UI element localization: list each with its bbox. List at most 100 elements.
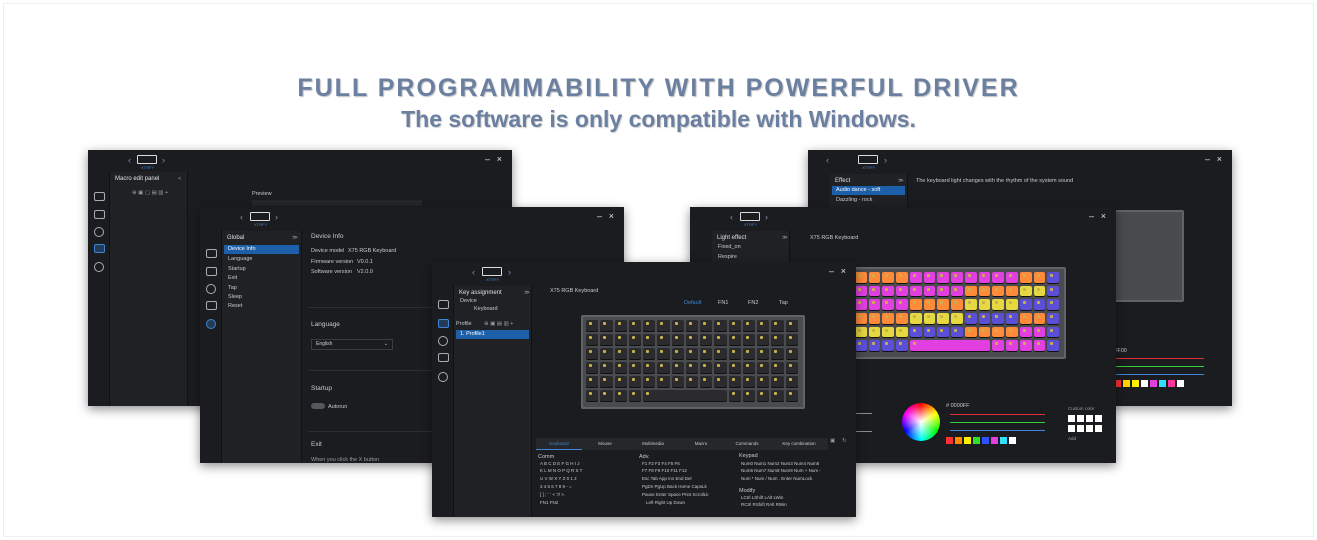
- custom-swatch[interactable]: [1077, 425, 1084, 432]
- modify-row[interactable]: RCtrl RShift RAlt RWin: [741, 502, 787, 507]
- color-swatch[interactable]: [982, 437, 989, 444]
- keycap[interactable]: [728, 376, 741, 388]
- keycap[interactable]: [628, 334, 642, 346]
- adv-row[interactable]: F7 F8 F9 F10 F11 F12: [642, 468, 687, 473]
- keycap[interactable]: [757, 348, 770, 360]
- keycap[interactable]: [614, 376, 627, 388]
- keycap[interactable]: [937, 272, 950, 284]
- color-swatch[interactable]: [1168, 380, 1175, 387]
- keycap[interactable]: [896, 326, 908, 339]
- blue-slider[interactable]: [1114, 374, 1204, 375]
- keycap[interactable]: [771, 320, 784, 332]
- keycap[interactable]: [600, 376, 613, 388]
- keycap[interactable]: [978, 285, 991, 298]
- keycap[interactable]: [1047, 326, 1059, 339]
- sliders-icon[interactable]: [94, 192, 105, 201]
- keyboard-icon[interactable]: [206, 267, 217, 276]
- menu-item-tap[interactable]: Tap: [224, 284, 299, 293]
- keycap[interactable]: [671, 334, 684, 346]
- keycap[interactable]: [964, 272, 977, 284]
- nav-next-icon[interactable]: ›: [765, 212, 768, 222]
- nav-next-icon[interactable]: ›: [508, 267, 511, 277]
- keycap[interactable]: [700, 348, 713, 360]
- keycap[interactable]: [728, 390, 741, 402]
- autorun-toggle[interactable]: [311, 403, 325, 409]
- keycap[interactable]: [728, 334, 741, 346]
- keycap[interactable]: [951, 285, 963, 298]
- keycap[interactable]: [1019, 313, 1032, 325]
- green-slider[interactable]: [1114, 366, 1204, 367]
- reset-icon[interactable]: ↻: [842, 438, 847, 444]
- keycap[interactable]: [1033, 285, 1046, 298]
- keycap[interactable]: [771, 334, 784, 346]
- keycap[interactable]: [657, 320, 670, 332]
- keycap[interactable]: [1033, 313, 1046, 325]
- expand-icon[interactable]: ≫: [898, 178, 904, 184]
- keycap[interactable]: [643, 334, 656, 346]
- expand-icon[interactable]: ≫: [292, 235, 298, 241]
- keycap[interactable]: [964, 299, 977, 311]
- keycap[interactable]: [785, 376, 798, 388]
- menu-item-sleep[interactable]: Sleep: [224, 293, 299, 302]
- close-button[interactable]: ×: [497, 154, 502, 164]
- keycap[interactable]: [964, 313, 977, 325]
- keycap[interactable]: [1019, 326, 1032, 339]
- keycap[interactable]: [896, 313, 908, 325]
- keycap[interactable]: [896, 340, 908, 352]
- keycap[interactable]: [978, 299, 991, 311]
- keypad-row[interactable]: Num * Num / Num . Enter NumLock: [741, 476, 812, 481]
- minimize-button[interactable]: –: [597, 211, 602, 221]
- comm-row[interactable]: [ ] ; ' ` < ?/ >.: [540, 492, 565, 497]
- macro-toolbar[interactable]: ⊕ ▣ ▢ ▤ ▥ +: [132, 190, 168, 196]
- keycap[interactable]: [964, 285, 977, 298]
- keycap[interactable]: [700, 334, 713, 346]
- keycap[interactable]: [909, 326, 922, 339]
- keycap[interactable]: [586, 376, 599, 388]
- keycap[interactable]: [614, 334, 627, 346]
- tab-macro[interactable]: Macro: [678, 438, 724, 450]
- keycap[interactable]: [614, 362, 627, 374]
- light-icon[interactable]: [206, 284, 216, 294]
- expand-icon[interactable]: ≫: [782, 235, 788, 241]
- keycap[interactable]: [771, 362, 784, 374]
- keycap[interactable]: [882, 272, 895, 284]
- keycap[interactable]: [643, 320, 656, 332]
- keycap[interactable]: [923, 326, 936, 339]
- keycap[interactable]: [685, 348, 699, 360]
- keycap[interactable]: [614, 320, 627, 332]
- keycap[interactable]: [868, 299, 881, 311]
- custom-swatch[interactable]: [1068, 425, 1075, 432]
- keycap[interactable]: [685, 334, 699, 346]
- keycap[interactable]: [685, 362, 699, 374]
- keycap[interactable]: [685, 320, 699, 332]
- keycap[interactable]: [742, 362, 756, 374]
- color-swatch[interactable]: [1141, 380, 1148, 387]
- keycap[interactable]: [909, 299, 922, 311]
- keycap[interactable]: [657, 334, 670, 346]
- custom-swatch[interactable]: [1086, 425, 1093, 432]
- keycap[interactable]: [855, 299, 867, 311]
- keycap[interactable]: [868, 272, 881, 284]
- keycap[interactable]: [978, 326, 991, 339]
- keycap[interactable]: [855, 340, 867, 352]
- keycap[interactable]: [643, 362, 656, 374]
- keycap[interactable]: [643, 376, 656, 388]
- keycap[interactable]: [923, 285, 936, 298]
- macro-icon[interactable]: [94, 244, 105, 253]
- settings-icon[interactable]: [438, 372, 448, 382]
- keycap[interactable]: [1006, 326, 1018, 339]
- settings-icon[interactable]: [94, 262, 104, 272]
- spacebar-key[interactable]: [909, 340, 991, 352]
- keycap[interactable]: [923, 313, 936, 325]
- keycap[interactable]: [657, 348, 670, 360]
- keycap[interactable]: [868, 340, 881, 352]
- keyboard-icon[interactable]: [438, 319, 449, 328]
- language-select[interactable]: English ⌄: [311, 339, 393, 350]
- keycap[interactable]: [671, 320, 684, 332]
- keycap[interactable]: [937, 326, 950, 339]
- keycap[interactable]: [896, 299, 908, 311]
- keycap[interactable]: [882, 326, 895, 339]
- keycap[interactable]: [937, 299, 950, 311]
- settings-icon[interactable]: [206, 319, 216, 329]
- menu-item-startup[interactable]: Startup: [224, 265, 299, 274]
